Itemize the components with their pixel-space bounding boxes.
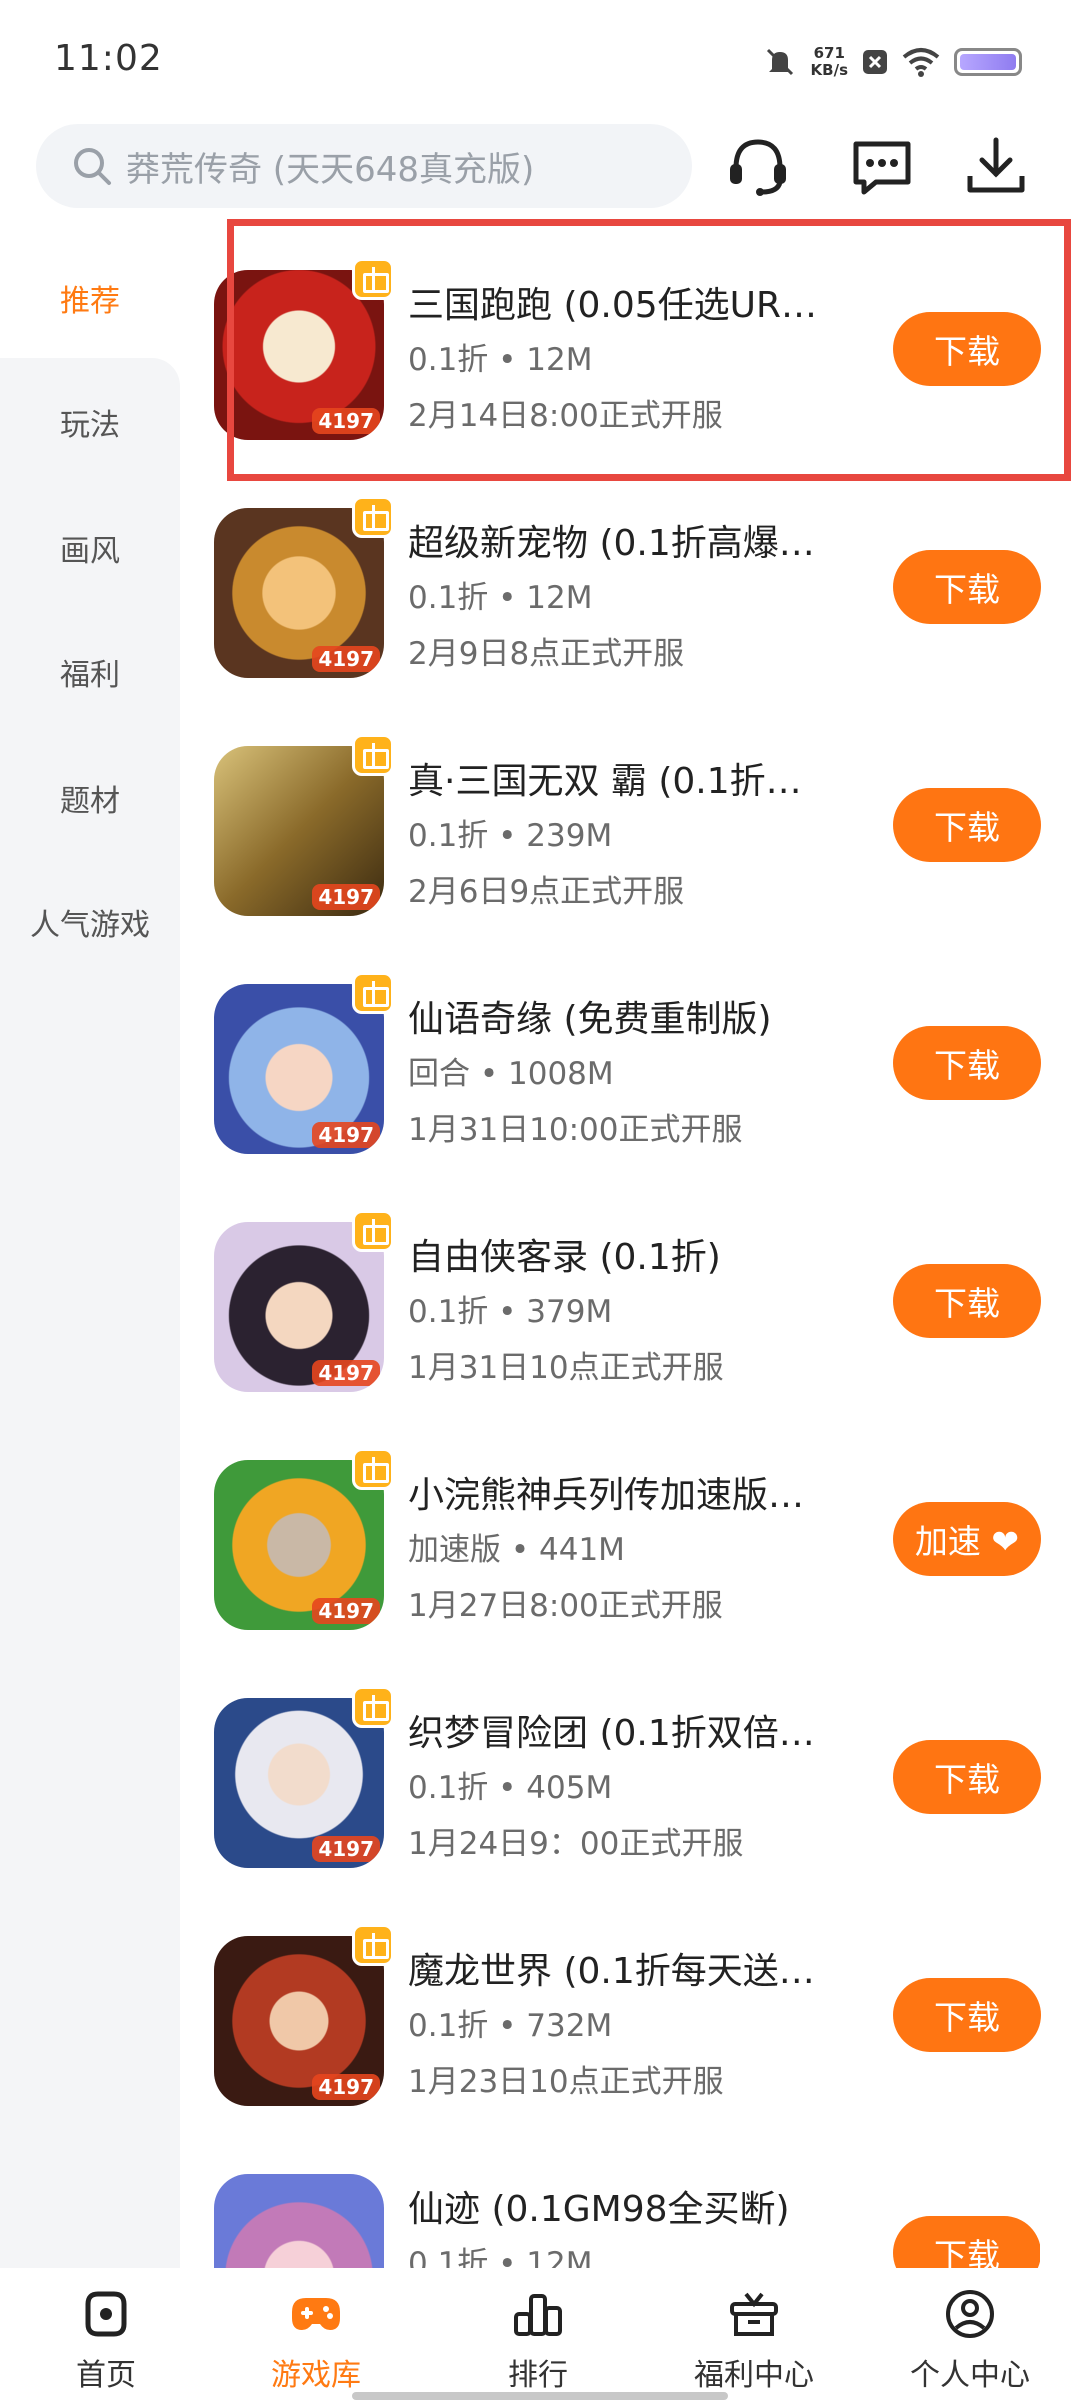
sidebar-item-recommend[interactable]: 推荐 <box>0 276 180 320</box>
game-icon-tag: 4197 <box>312 1122 380 1148</box>
messages-button[interactable] <box>846 130 918 202</box>
download-button[interactable]: 下载 <box>893 2216 1040 2268</box>
net-speed-unit: KB/s <box>810 61 848 79</box>
notification-x-icon <box>863 50 887 74</box>
search-icon <box>74 148 111 185</box>
gamepad-icon <box>292 2298 340 2330</box>
nav-game-library[interactable]: 游戏库 <box>226 2282 406 2394</box>
gift-icon <box>352 734 394 776</box>
bottom-navigation: 首页 游戏库 排行 福利中心 个人中心 <box>0 2268 1080 2408</box>
game-launch-date: 2月6日9点正式开服 <box>408 874 685 910</box>
download-button[interactable]: 下载 <box>893 1740 1041 1814</box>
game-meta: 0.1折 • 12M <box>408 580 593 616</box>
category-sidebar: 推荐 玩法 画风 福利 题材 人气游戏 <box>0 238 180 2268</box>
game-meta: 回合 • 1008M <box>408 1056 614 1092</box>
home-indicator[interactable] <box>352 2392 728 2400</box>
battery-icon <box>954 48 1022 76</box>
nav-profile[interactable]: 个人中心 <box>880 2282 1060 2394</box>
game-list-item[interactable]: 4197 织梦冒险团 (0.1折双倍… 0.1折 • 405M 1月24日9：0… <box>210 1686 1041 1878</box>
game-launch-date: 1月23日10点正式开服 <box>408 2064 724 2100</box>
sidebar-item-welfare[interactable]: 福利 <box>0 650 180 694</box>
nav-welfare-center[interactable]: 福利中心 <box>664 2282 844 2394</box>
game-launch-date: 2月9日8点正式开服 <box>408 636 685 672</box>
download-icon <box>967 137 1025 193</box>
download-button[interactable]: 下载 <box>893 1264 1041 1338</box>
nav-label: 首页 <box>76 2358 136 2393</box>
message-icon <box>853 141 911 195</box>
nav-ranking[interactable]: 排行 <box>448 2282 628 2394</box>
game-title: 魔龙世界 (0.1折每天送… <box>408 1951 815 1992</box>
game-meta: 加速版 • 441M <box>408 1532 625 1568</box>
sidebar-item-art-style[interactable]: 画风 <box>0 526 180 570</box>
game-title: 超级新宠物 (0.1折高爆… <box>408 523 815 564</box>
highlight-box <box>227 219 1071 481</box>
game-title: 小浣熊神兵列传加速版… <box>408 1475 805 1516</box>
game-launch-date: 1月31日10:00正式开服 <box>408 1112 743 1148</box>
sidebar-item-popular[interactable]: 人气游戏 <box>0 900 180 944</box>
nav-home[interactable]: 首页 <box>16 2282 196 2394</box>
game-list-item[interactable]: 仙迹 (0.1GM98全买断) 0.1折 • 12M 下载 <box>210 2174 1040 2268</box>
gift-icon <box>352 1686 394 1728</box>
gift-icon <box>352 1210 394 1252</box>
game-title: 真·三国无双 霸 (0.1折… <box>408 761 802 802</box>
status-time: 11:02 <box>54 38 163 79</box>
game-icon-tag: 4197 <box>312 884 380 910</box>
accelerate-button[interactable]: 加速 ❤ <box>893 1502 1041 1576</box>
game-icon-tag: 4197 <box>312 646 380 672</box>
game-meta: 0.1折 • 12M <box>408 2246 593 2268</box>
status-icons: 671 KB/s <box>763 40 1022 84</box>
game-title: 自由侠客录 (0.1折) <box>408 1237 721 1278</box>
game-list-item[interactable]: 4197 真·三国无双 霸 (0.1折… 0.1折 • 239M 2月6日9点正… <box>210 734 1041 926</box>
net-speed-value: 671 <box>813 44 845 62</box>
game-title: 仙迹 (0.1GM98全买断) <box>408 2189 790 2230</box>
game-icon <box>214 2174 384 2268</box>
sidebar-item-gameplay[interactable]: 玩法 <box>0 400 180 444</box>
game-list-item[interactable]: 4197 魔龙世界 (0.1折每天送… 0.1折 • 732M 1月23日10点… <box>210 1924 1041 2116</box>
game-icon-tag: 4197 <box>312 1598 380 1624</box>
gift-icon <box>352 496 394 538</box>
sidebar-item-theme[interactable]: 题材 <box>0 776 180 820</box>
ranking-icon <box>514 2294 562 2336</box>
status-bar: 11:02 671 KB/s <box>0 0 1080 120</box>
home-icon <box>85 2291 127 2337</box>
download-button[interactable]: 下载 <box>893 550 1041 624</box>
customer-service-button[interactable] <box>722 130 794 202</box>
user-icon <box>946 2290 994 2338</box>
headset-icon <box>730 139 786 196</box>
game-list-item[interactable]: 4197 自由侠客录 (0.1折) 0.1折 • 379M 1月31日10点正式… <box>210 1210 1041 1402</box>
net-speed: 671 KB/s <box>811 45 848 79</box>
game-meta: 0.1折 • 239M <box>408 818 613 854</box>
game-launch-date: 1月24日9：00正式开服 <box>408 1826 744 1862</box>
game-list-item[interactable]: 4197 仙语奇缘 (免费重制版) 回合 • 1008M 1月31日10:00正… <box>210 972 1041 1164</box>
gift-icon <box>352 1924 394 1966</box>
downloads-button[interactable] <box>960 130 1032 202</box>
download-button[interactable]: 下载 <box>893 1978 1041 2052</box>
game-launch-date: 1月27日8:00正式开服 <box>408 1588 723 1624</box>
nav-label: 个人中心 <box>910 2358 1030 2393</box>
search-input[interactable]: 莽荒传奇 (天天648真充版) <box>36 124 692 208</box>
gift-icon <box>352 972 394 1014</box>
wifi-icon <box>902 48 940 77</box>
game-list-item[interactable]: 4197 小浣熊神兵列传加速版… 加速版 • 441M 1月27日8:00正式开… <box>210 1448 1041 1640</box>
mute-bell-icon <box>766 48 793 76</box>
gift-icon <box>730 2292 778 2336</box>
game-title: 织梦冒险团 (0.1折双倍… <box>408 1713 815 1754</box>
sidebar-background <box>0 358 180 2268</box>
game-title: 仙语奇缘 (免费重制版) <box>408 999 772 1040</box>
game-icon-tag: 4197 <box>312 1360 380 1386</box>
download-button[interactable]: 下载 <box>893 1026 1041 1100</box>
game-meta: 0.1折 • 405M <box>408 1770 613 1806</box>
game-icon-tag: 4197 <box>312 1836 380 1862</box>
game-meta: 0.1折 • 732M <box>408 2008 613 2044</box>
game-icon-tag: 4197 <box>312 2074 380 2100</box>
nav-label: 排行 <box>508 2358 568 2393</box>
game-launch-date: 1月31日10点正式开服 <box>408 1350 724 1386</box>
game-list-item[interactable]: 4197 超级新宠物 (0.1折高爆… 0.1折 • 12M 2月9日8点正式开… <box>210 496 1041 688</box>
gift-icon <box>352 1448 394 1490</box>
download-button[interactable]: 下载 <box>893 788 1041 862</box>
nav-label: 福利中心 <box>694 2358 814 2393</box>
game-meta: 0.1折 • 379M <box>408 1294 613 1330</box>
search-placeholder: 莽荒传奇 (天天648真充版) <box>126 150 535 190</box>
nav-label: 游戏库 <box>271 2358 361 2393</box>
